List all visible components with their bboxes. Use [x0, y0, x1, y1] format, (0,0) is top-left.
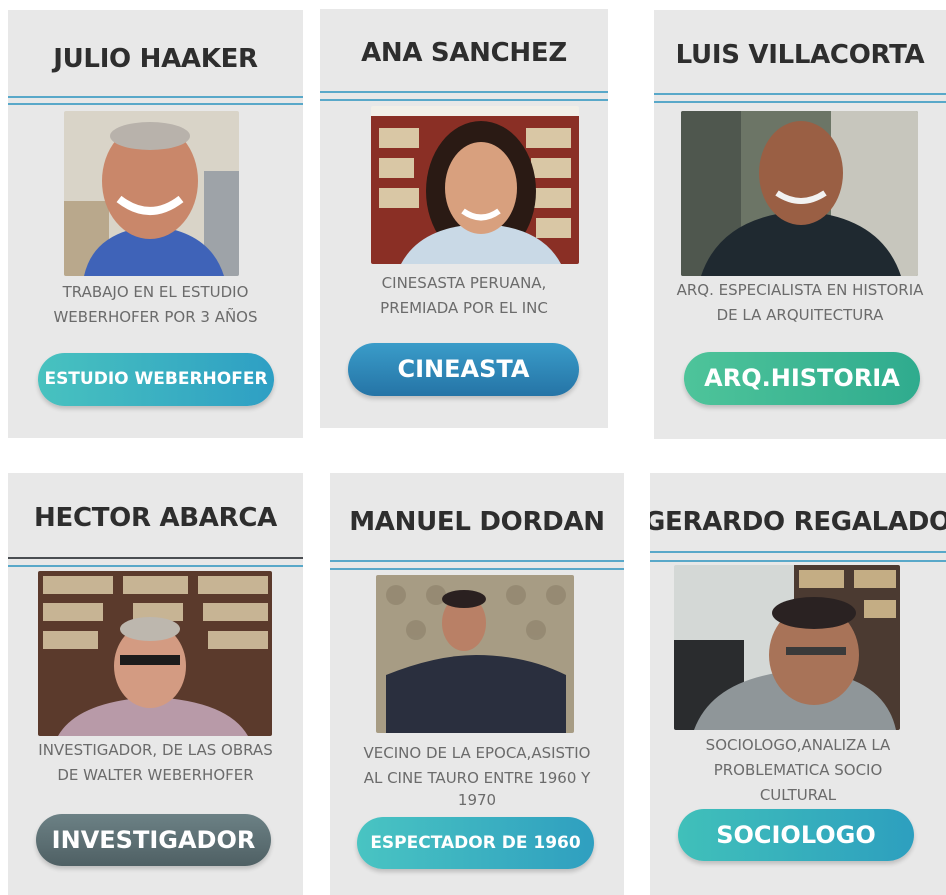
- profile-photo: [64, 111, 239, 276]
- cineasta-button[interactable]: CINEASTA: [348, 343, 579, 396]
- profile-name: LUIS VILLACORTA: [675, 40, 925, 70]
- profile-name: JULIO HAAKER: [53, 44, 258, 74]
- profile-description: TRABAJO EN EL ESTUDIO WEBERHOFER POR 3 A…: [53, 283, 258, 326]
- profile-description: INVESTIGADOR, DE LAS OBRAS DE WALTER WEB…: [38, 741, 273, 784]
- profile-photo: [38, 571, 272, 736]
- divider: [650, 560, 946, 562]
- divider: [330, 568, 624, 570]
- divider: [654, 93, 946, 95]
- divider: [8, 96, 303, 98]
- sociologo-button[interactable]: SOCIOLOGO: [678, 809, 914, 861]
- profile-description: VECINO DE LA EPOCA,ASISTIO AL CINE TAURO…: [363, 744, 591, 809]
- profile-name: GERARDO REGALADO: [650, 507, 946, 537]
- profile-description: SOCIOLOGO,ANALIZA LA PROBLEMATICA SOCIO …: [705, 736, 891, 804]
- profile-name: MANUEL DORDAN: [349, 507, 605, 537]
- profile-card-julio-haaker: JULIO HAAKER TRABAJO EN EL ESTUDIO WEBER…: [8, 10, 303, 438]
- divider: [8, 103, 303, 105]
- profile-card-ana-sanchez: ANA SANCHEZ CINESASTA PERUANA, PREMIADA …: [320, 9, 608, 428]
- espectador-de-1960-button[interactable]: ESPECTADOR DE 1960: [357, 817, 594, 869]
- profile-photo: [376, 575, 574, 733]
- divider: [654, 101, 946, 103]
- arq-historia-button[interactable]: ARQ.HISTORIA: [684, 352, 920, 405]
- divider: [650, 551, 946, 553]
- profile-card-luis-villacorta: LUIS VILLACORTA ARQ. ESPECIALISTA EN HIS…: [654, 10, 946, 439]
- profile-description: CINESASTA PERUANA, PREMIADA POR EL INC: [380, 274, 548, 317]
- estudio-weberhofer-button[interactable]: ESTUDIO WEBERHOFER: [38, 353, 274, 406]
- profile-card-hector-abarca: HECTOR ABARCA INVESTIGADOR, DE LAS OBRAS…: [8, 473, 303, 895]
- divider: [330, 560, 624, 562]
- profile-card-manuel-dordan: MANUEL DORDAN VECINO DE LA EPOCA,ASISTIO…: [330, 473, 624, 895]
- profile-card-gerardo-regalado: GERARDO REGALADO SOCIOLOGO,ANALIZA LA PR…: [650, 473, 946, 895]
- divider: [8, 565, 303, 567]
- profile-photo: [371, 106, 579, 264]
- divider: [320, 91, 608, 93]
- profile-name: HECTOR ABARCA: [34, 503, 277, 533]
- profile-photo: [674, 565, 900, 730]
- profile-description: ARQ. ESPECIALISTA EN HISTORIA DE LA ARQU…: [676, 281, 924, 324]
- divider: [8, 557, 303, 559]
- investigador-button[interactable]: INVESTIGADOR: [36, 814, 271, 866]
- profile-name: ANA SANCHEZ: [361, 38, 567, 68]
- divider: [320, 99, 608, 101]
- profile-photo: [681, 111, 918, 276]
